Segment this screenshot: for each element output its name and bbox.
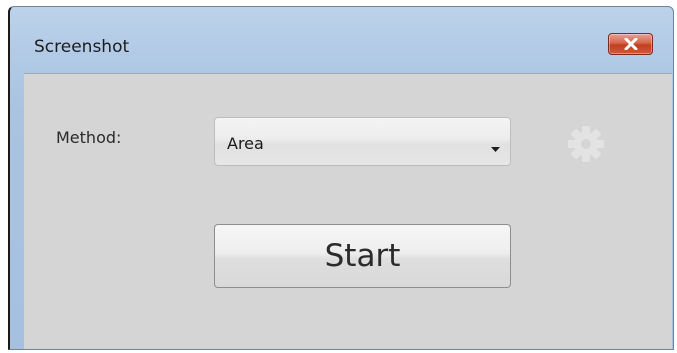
method-selected-value: Area bbox=[227, 134, 264, 153]
start-button[interactable]: Start bbox=[214, 224, 511, 288]
screenshot-window: Screenshot Method: Area Start bbox=[8, 6, 674, 350]
gear-icon[interactable] bbox=[564, 122, 608, 166]
close-button[interactable] bbox=[608, 33, 653, 55]
method-label: Method: bbox=[56, 128, 122, 147]
dialog-content: Method: Area Start bbox=[24, 73, 672, 349]
close-icon bbox=[624, 35, 638, 54]
window-title: Screenshot bbox=[34, 37, 130, 57]
chevron-down-icon bbox=[491, 138, 500, 157]
method-dropdown[interactable]: Area bbox=[214, 117, 511, 166]
